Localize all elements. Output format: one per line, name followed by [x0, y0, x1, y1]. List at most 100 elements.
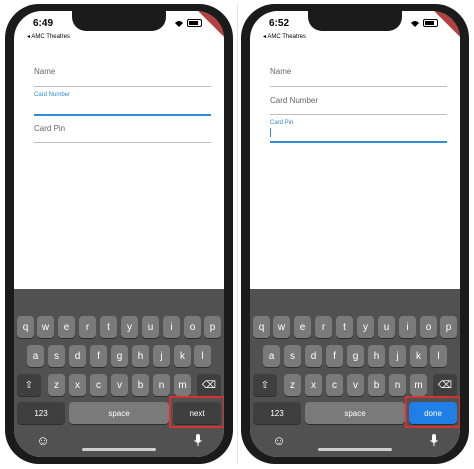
key-h[interactable]: h: [368, 345, 385, 367]
key-j[interactable]: j: [153, 345, 170, 367]
name-field[interactable]: Name: [270, 59, 447, 87]
name-underline: [34, 86, 211, 87]
shift-icon[interactable]: ⇧: [253, 374, 277, 396]
key-x[interactable]: x: [69, 374, 86, 396]
key-h[interactable]: h: [132, 345, 149, 367]
shift-icon[interactable]: ⇧: [17, 374, 41, 396]
key-a[interactable]: a: [27, 345, 44, 367]
text-cursor: [270, 128, 271, 137]
key-s[interactable]: s: [48, 345, 65, 367]
space-key[interactable]: space: [69, 402, 169, 424]
key-c[interactable]: c: [90, 374, 107, 396]
home-indicator: [82, 448, 156, 451]
key-z[interactable]: z: [48, 374, 65, 396]
keyboard: q w e r t y u i o p a s d f g h j k l ⇧ …: [250, 289, 460, 457]
key-l[interactable]: l: [194, 345, 211, 367]
key-a[interactable]: a: [263, 345, 280, 367]
status-icons: [410, 19, 438, 27]
key-u[interactable]: u: [378, 316, 395, 338]
card-number-field[interactable]: Card Number: [34, 89, 211, 117]
screen-right: 6:52 ◂ AMC Theatres Name Card Number Car…: [250, 11, 460, 457]
key-v[interactable]: v: [111, 374, 128, 396]
screen-left: 6:49 ◂ AMC Theatres Name Card Number Car…: [14, 11, 224, 457]
phone-left: 6:49 ◂ AMC Theatres Name Card Number Car…: [5, 4, 233, 464]
key-f[interactable]: f: [326, 345, 343, 367]
back-to-app[interactable]: ◂ AMC Theatres: [27, 33, 70, 40]
key-s[interactable]: s: [284, 345, 301, 367]
key-q[interactable]: q: [17, 316, 34, 338]
key-d[interactable]: d: [305, 345, 322, 367]
key-e[interactable]: e: [294, 316, 311, 338]
key-t[interactable]: t: [100, 316, 117, 338]
delete-icon[interactable]: ⌫: [197, 374, 221, 396]
key-p[interactable]: p: [440, 316, 457, 338]
key-i[interactable]: i: [399, 316, 416, 338]
key-row-3: ⇧ z x c v b n m ⌫: [250, 374, 460, 396]
key-r[interactable]: r: [315, 316, 332, 338]
key-p[interactable]: p: [204, 316, 221, 338]
key-y[interactable]: y: [357, 316, 374, 338]
key-n[interactable]: n: [389, 374, 406, 396]
key-b[interactable]: b: [368, 374, 385, 396]
key-i[interactable]: i: [163, 316, 180, 338]
key-z[interactable]: z: [284, 374, 301, 396]
card-pin-label: Card Pin: [270, 120, 294, 126]
card-number-underline: [34, 114, 211, 116]
key-q[interactable]: q: [253, 316, 270, 338]
mic-icon[interactable]: [427, 433, 441, 447]
card-number-field[interactable]: Card Number: [270, 89, 447, 117]
done-key-highlight: [405, 396, 460, 428]
key-m[interactable]: m: [174, 374, 191, 396]
card-pin-field[interactable]: Card Pin: [270, 117, 447, 147]
key-d[interactable]: d: [69, 345, 86, 367]
emoji-icon[interactable]: ☺: [36, 433, 50, 448]
numbers-key[interactable]: 123: [253, 402, 301, 424]
wifi-icon: [175, 20, 183, 27]
key-m[interactable]: m: [410, 374, 427, 396]
key-v[interactable]: v: [347, 374, 364, 396]
key-l[interactable]: l: [430, 345, 447, 367]
key-k[interactable]: k: [410, 345, 427, 367]
key-g[interactable]: g: [111, 345, 128, 367]
key-o[interactable]: o: [420, 316, 437, 338]
status-time: 6:52: [269, 18, 290, 29]
home-indicator: [318, 448, 392, 451]
key-row-3: ⇧ z x c v b n m ⌫: [14, 374, 224, 396]
key-r[interactable]: r: [79, 316, 96, 338]
mic-icon[interactable]: [191, 433, 205, 447]
card-pin-field[interactable]: Card Pin: [34, 119, 211, 147]
next-key-highlight: [169, 396, 224, 428]
notch: [308, 11, 402, 31]
key-n[interactable]: n: [153, 374, 170, 396]
numbers-key[interactable]: 123: [17, 402, 65, 424]
key-e[interactable]: e: [58, 316, 75, 338]
key-j[interactable]: j: [389, 345, 406, 367]
keyboard: q w e r t y u i o p a s d f g h j k l ⇧ …: [14, 289, 224, 457]
key-f[interactable]: f: [90, 345, 107, 367]
key-u[interactable]: u: [142, 316, 159, 338]
name-label: Name: [270, 67, 292, 76]
key-x[interactable]: x: [305, 374, 322, 396]
key-row-1: q w e r t y u i o p: [250, 316, 460, 338]
key-row-2: a s d f g h j k l: [250, 345, 460, 367]
back-to-app[interactable]: ◂ AMC Theatres: [263, 33, 306, 40]
key-w[interactable]: w: [273, 316, 290, 338]
key-t[interactable]: t: [336, 316, 353, 338]
card-number-label: Card Number: [34, 92, 71, 98]
delete-icon[interactable]: ⌫: [433, 374, 457, 396]
key-b[interactable]: b: [132, 374, 149, 396]
divider: [237, 4, 238, 464]
key-w[interactable]: w: [37, 316, 54, 338]
key-o[interactable]: o: [184, 316, 201, 338]
key-c[interactable]: c: [326, 374, 343, 396]
card-number-label: Card Number: [270, 96, 319, 105]
key-y[interactable]: y: [121, 316, 138, 338]
emoji-icon[interactable]: ☺: [272, 433, 286, 448]
space-key[interactable]: space: [305, 402, 405, 424]
key-g[interactable]: g: [347, 345, 364, 367]
key-k[interactable]: k: [174, 345, 191, 367]
card-number-underline: [270, 114, 447, 115]
battery-icon: [423, 19, 438, 27]
key-row-1: q w e r t y u i o p: [14, 316, 224, 338]
name-field[interactable]: Name: [34, 59, 211, 87]
